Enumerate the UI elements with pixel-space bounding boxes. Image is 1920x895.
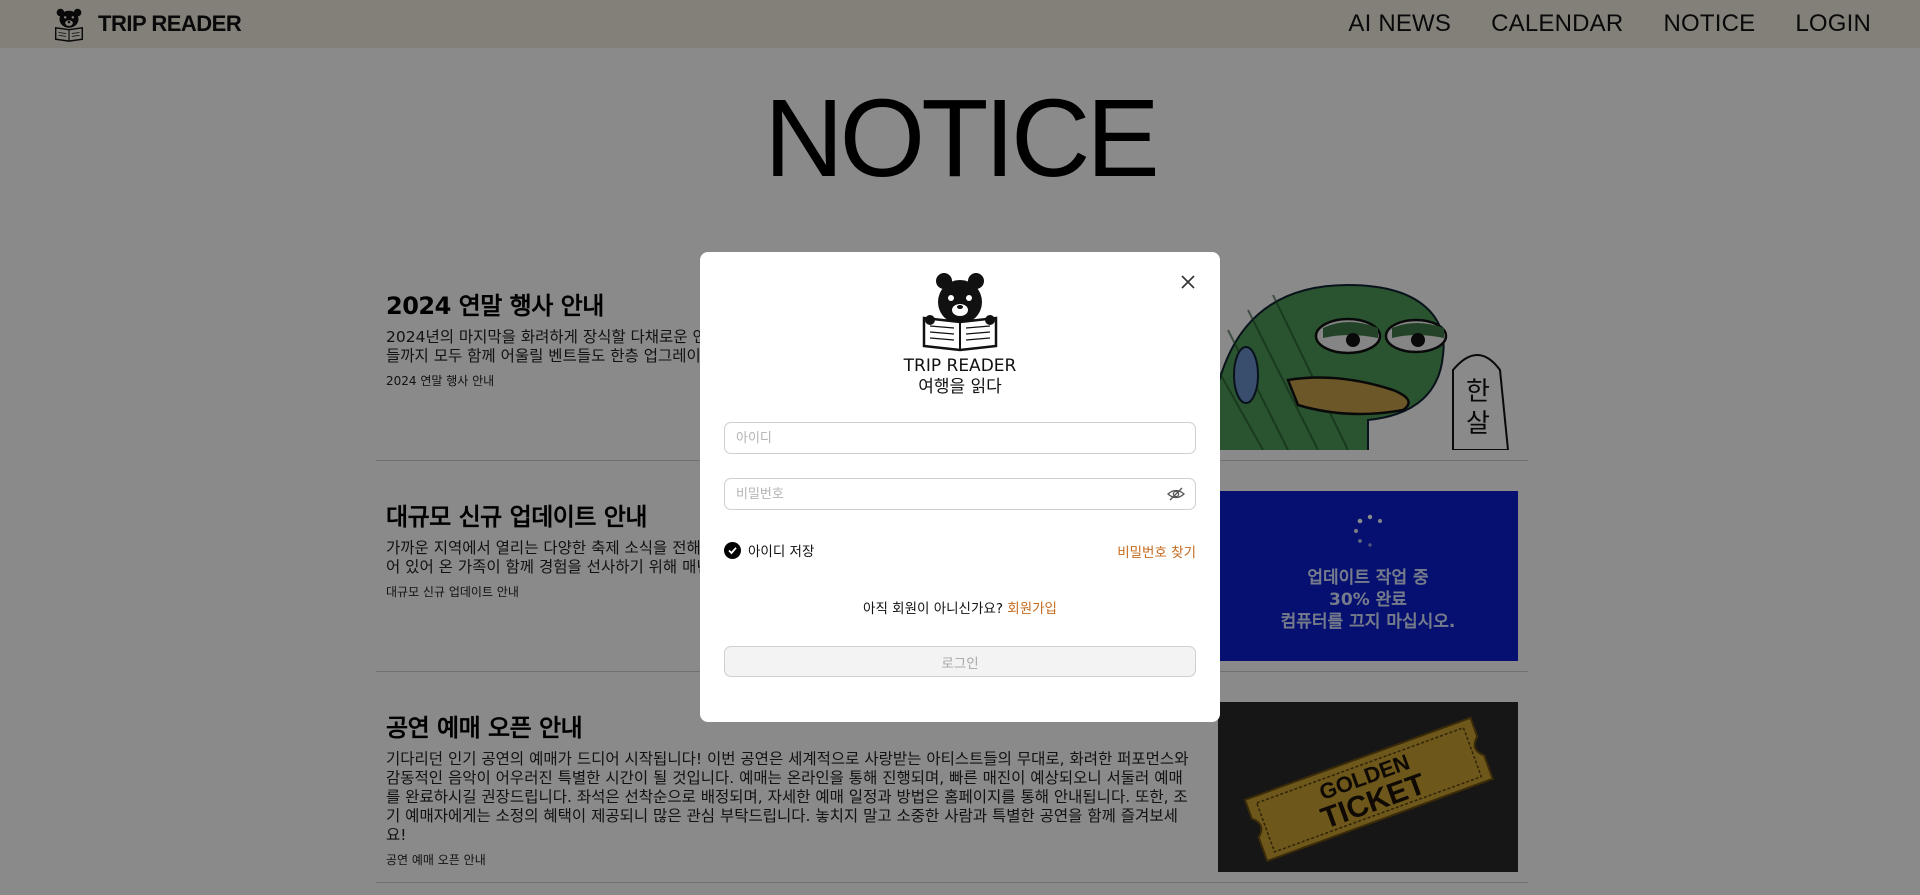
signup-prompt-text: 아직 회원이 아니신가요? bbox=[863, 601, 1003, 617]
signup-link[interactable]: 회원가입 bbox=[1007, 601, 1057, 617]
password-input[interactable] bbox=[725, 479, 1145, 509]
modal-brand-ko: 여행을 읽다 bbox=[918, 377, 1002, 397]
remember-id-checkbox[interactable]: 아이디 저장 bbox=[724, 540, 814, 560]
eye-hidden-icon[interactable] bbox=[1167, 486, 1185, 502]
signup-prompt: 아직 회원이 아니신가요? 회원가입 bbox=[700, 597, 1220, 617]
password-field-wrapper bbox=[724, 478, 1196, 510]
checkbox-checked-icon[interactable] bbox=[724, 541, 741, 559]
id-input[interactable] bbox=[725, 423, 1145, 453]
close-icon[interactable] bbox=[1178, 272, 1198, 292]
modal-brand: TRIP READER 여행을 읽다 bbox=[700, 356, 1220, 398]
bear-reading-logo-icon bbox=[922, 273, 998, 352]
id-field-wrapper bbox=[724, 422, 1196, 454]
login-modal: TRIP READER 여행을 읽다 아이디 저장 비밀번호 찾기 아직 회원이… bbox=[700, 252, 1220, 722]
remember-id-label: 아이디 저장 bbox=[748, 544, 815, 560]
modal-brand-en: TRIP READER bbox=[903, 356, 1017, 376]
login-button[interactable]: 로그인 bbox=[724, 646, 1196, 677]
find-password-link[interactable]: 비밀번호 찾기 bbox=[1117, 541, 1196, 561]
